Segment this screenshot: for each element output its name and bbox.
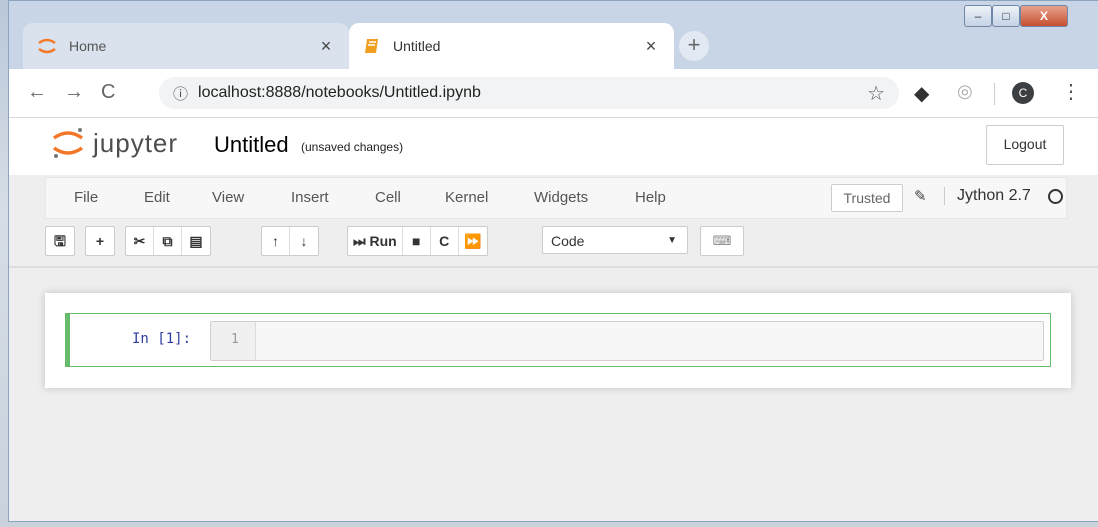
save-status: (unsaved changes) — [301, 140, 404, 154]
menu-edit[interactable]: Edit — [144, 189, 170, 206]
run-group: ⏭ Run ■ C ⏩ — [347, 226, 488, 256]
jupyter-logo[interactable]: jupyter — [51, 126, 178, 160]
cell-type-value: Code — [551, 233, 585, 249]
notebook-name[interactable]: Untitled — [214, 132, 289, 158]
more-menu-icon[interactable]: ⋮ — [1061, 79, 1081, 104]
tab-home[interactable]: Home × — [23, 23, 349, 69]
tab-untitled-title: Untitled — [393, 38, 441, 54]
kernel-name[interactable]: Jython 2.7 — [944, 187, 1031, 205]
new-tab-button[interactable]: + — [679, 31, 709, 61]
star-icon[interactable]: ☆ — [867, 81, 885, 106]
menu-widgets[interactable]: Widgets — [534, 189, 588, 206]
add-cell-icon[interactable]: + — [86, 227, 114, 255]
clipboard-group: ✂ ⧉ ▤ — [125, 226, 211, 256]
notebook-toolbar: 🖫 + ✂ ⧉ ▤ ↑ ↓ ⏭ Run ■ C ⏩ Code ▼ ⌨ — [45, 224, 1065, 258]
stop-icon[interactable]: ■ — [403, 227, 431, 255]
jupyter-wordmark: jupyter — [93, 127, 179, 158]
notebook-icon — [365, 39, 378, 53]
address-bar[interactable]: ⓘ localhost:8888/notebooks/Untitled.ipyn… — [159, 77, 899, 109]
profile-avatar[interactable]: C — [1012, 82, 1034, 104]
cut-icon[interactable]: ✂ — [126, 227, 154, 255]
extension-circle-icon[interactable]: ◎ — [957, 81, 973, 102]
maximize-button[interactable]: □ — [992, 5, 1020, 27]
insert-group: + — [85, 226, 115, 256]
back-arrow-icon[interactable]: ← — [27, 81, 47, 104]
menu-help[interactable]: Help — [635, 189, 666, 206]
info-icon[interactable]: ⓘ — [173, 83, 188, 104]
forward-arrow-icon[interactable]: → — [64, 81, 84, 104]
save-icon[interactable]: 🖫 — [46, 227, 74, 255]
paste-icon[interactable]: ▤ — [182, 227, 210, 255]
trusted-badge[interactable]: Trusted — [831, 184, 903, 212]
restart-icon[interactable]: C — [431, 227, 459, 255]
notebook-menubar: File Edit View Insert Cell Kernel Widget… — [45, 177, 1067, 219]
notebook-container: In [1]: 1 — [45, 293, 1071, 388]
copy-icon[interactable]: ⧉ — [154, 227, 182, 255]
move-down-icon[interactable]: ↓ — [290, 227, 318, 255]
browser-toolbar: ← → C ⓘ localhost:8888/notebooks/Untitle… — [9, 69, 1098, 118]
extension-icon[interactable]: ◆ — [914, 81, 929, 106]
code-editor[interactable]: 1 — [210, 321, 1044, 361]
menu-cell[interactable]: Cell — [375, 189, 401, 206]
jupyter-logo-icon — [38, 38, 56, 54]
minimize-button[interactable]: – — [964, 5, 992, 27]
step-forward-icon: ⏭ — [353, 233, 366, 249]
code-cell[interactable]: In [1]: 1 — [65, 313, 1051, 367]
keyboard-icon[interactable]: ⌨ — [700, 226, 744, 256]
menu-insert[interactable]: Insert — [291, 189, 329, 206]
browser-window: Home × Untitled × + – □ X ← → C ⓘ localh… — [8, 0, 1098, 522]
toolbar-divider — [994, 83, 995, 105]
menu-file[interactable]: File — [74, 189, 98, 206]
kernel-status-icon — [1048, 189, 1063, 204]
save-group: 🖫 — [45, 226, 75, 256]
run-label: Run — [369, 233, 397, 249]
menu-kernel[interactable]: Kernel — [445, 189, 488, 206]
jupyter-header: jupyter Untitled (unsaved changes) Logou… — [9, 118, 1098, 175]
close-window-button[interactable]: X — [1020, 5, 1068, 27]
chevron-down-icon: ▼ — [667, 235, 677, 246]
move-up-icon[interactable]: ↑ — [262, 227, 290, 255]
close-icon[interactable]: × — [642, 36, 660, 57]
pencil-icon[interactable]: ✎ — [914, 187, 927, 205]
line-number: 1 — [231, 332, 239, 347]
logout-button[interactable]: Logout — [986, 125, 1064, 165]
tab-home-title: Home — [69, 38, 107, 54]
menu-view[interactable]: View — [212, 189, 244, 206]
close-icon[interactable]: × — [317, 36, 335, 57]
url-text[interactable]: localhost:8888/notebooks/Untitled.ipynb — [198, 84, 481, 102]
reload-icon[interactable]: C — [101, 81, 115, 104]
input-prompt: In [1]: — [132, 331, 192, 347]
move-group: ↑ ↓ — [261, 226, 319, 256]
header-shadow — [9, 266, 1098, 268]
fast-forward-icon[interactable]: ⏩ — [459, 227, 487, 255]
tab-bar: Home × Untitled × + – □ X — [9, 1, 1098, 69]
cell-type-select[interactable]: Code ▼ — [542, 226, 688, 254]
jupyter-page: jupyter Untitled (unsaved changes) Logou… — [9, 118, 1098, 521]
tab-untitled[interactable]: Untitled × — [349, 23, 674, 69]
jupyter-logo-icon — [52, 128, 84, 158]
run-button[interactable]: ⏭ Run — [348, 227, 403, 255]
